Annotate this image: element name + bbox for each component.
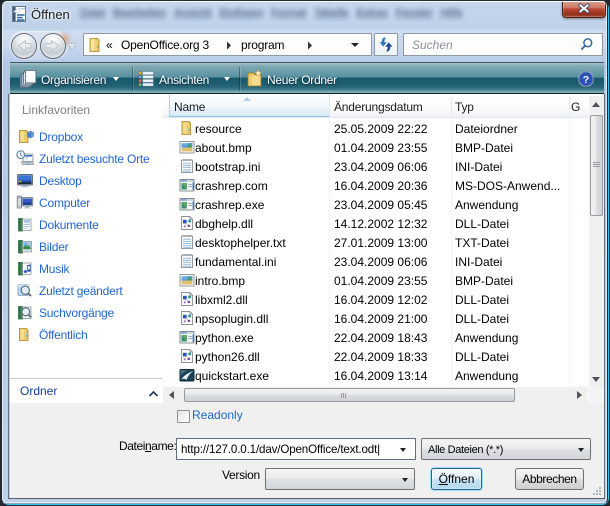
svg-text:?: ? (583, 74, 589, 86)
